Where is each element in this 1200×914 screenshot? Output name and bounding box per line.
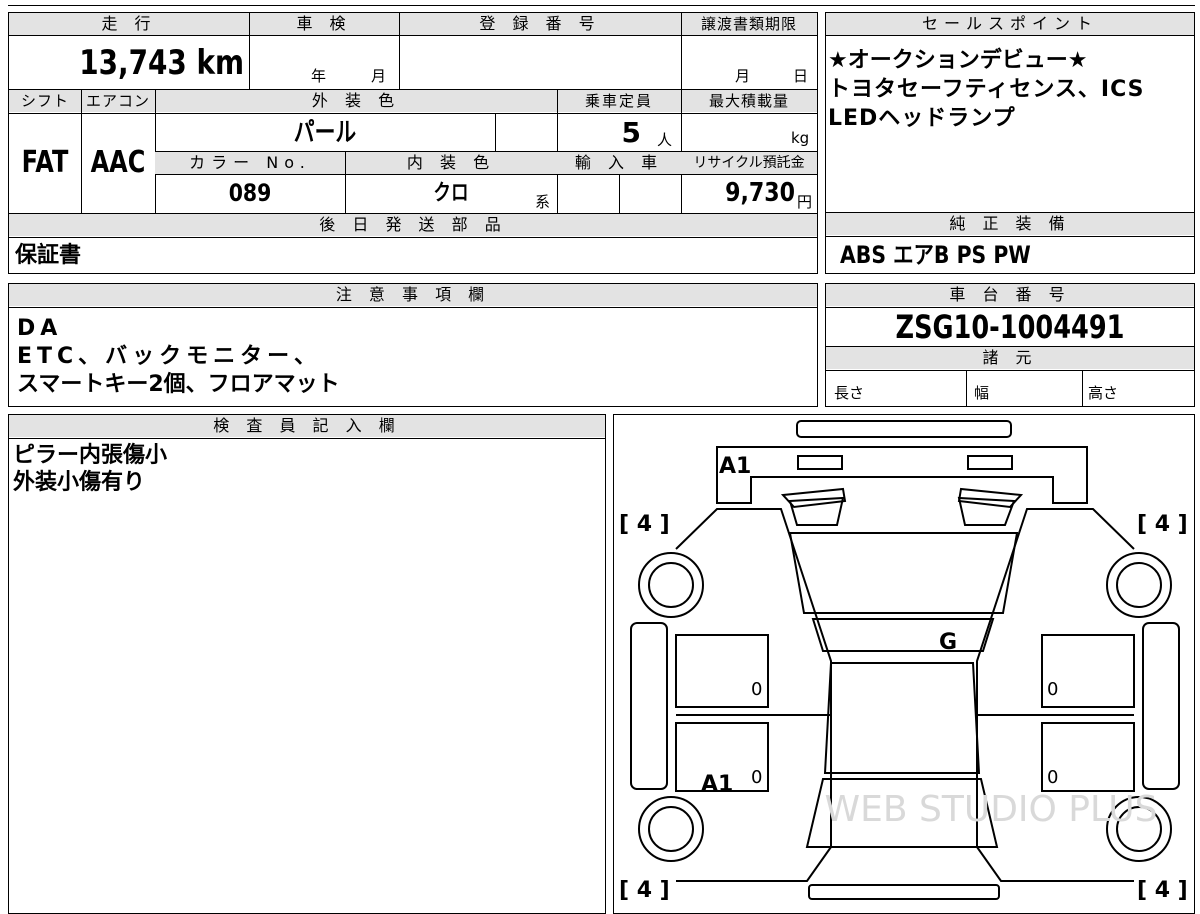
front-bumper-outline [796, 420, 1012, 438]
headlight-right [967, 455, 1013, 470]
windshield-outline [788, 532, 1019, 614]
roof-outline [811, 618, 995, 652]
spec-width-label: 幅 [974, 384, 990, 402]
recycle-fee-value: 9,730 [725, 178, 795, 208]
spec-height-label: 高さ [1088, 384, 1119, 402]
sales-point-header: セールスポイント [826, 13, 1194, 35]
transfer-month-unit: 月 [735, 67, 751, 85]
inspection-header: 車 検 [249, 13, 399, 35]
sill-left [630, 622, 668, 790]
door-mark-front-left: 0 [751, 679, 762, 700]
door-mark-front-right: 0 [1047, 679, 1058, 700]
inspector-header: 検 査 員 記 入 欄 [9, 415, 605, 437]
color-no-header: カラー No. [155, 152, 345, 174]
sales-point-box: セールスポイント ★オークションデビュー★ トヨタセーフティセンス、ICS LE… [825, 12, 1195, 213]
damage-diagram-box: WEB STUDIO PLUS A1 A1 G [ 4 ] [ 4 ] [ 4 … [613, 414, 1195, 914]
car-diagram: WEB STUDIO PLUS A1 A1 G [ 4 ] [ 4 ] [ 4 … [619, 420, 1188, 903]
door-mark-rear-right: 0 [1047, 767, 1058, 788]
registration-header: 登 録 番 号 [399, 13, 681, 35]
rear-bumper-outline [808, 884, 1000, 900]
max-load-unit: kg [791, 129, 810, 147]
exterior-color-header: 外 装 色 [155, 90, 557, 112]
vehicle-info-table: 走 行 車 検 登 録 番 号 譲渡書類期限 13,743 km 年 月 月 日… [8, 12, 818, 274]
notes-line: スマートキー2個、フロアマット [17, 372, 340, 397]
tire-rating-rear-left: [ 4 ] [619, 878, 670, 903]
aircon-header: エアコン [81, 90, 155, 112]
interior-color-value: クロ [433, 181, 469, 206]
damage-mark-rear-a1: A1 [701, 772, 733, 797]
recycle-fee-unit: 円 [797, 193, 813, 211]
notes-line: ETC、バックモニター、 [17, 344, 321, 369]
sill-right [1142, 622, 1180, 790]
capacity-value: 5 [621, 116, 641, 149]
tire-rating-front-left: [ 4 ] [619, 512, 670, 537]
damage-mark-glass-g: G [939, 630, 957, 655]
chassis-number-header: 車 台 番 号 [826, 284, 1194, 306]
mileage-header: 走 行 [9, 13, 249, 35]
watermark: WEB STUDIO PLUS [825, 789, 1158, 830]
door-mark-rear-left: 0 [751, 767, 762, 788]
notes-line: DA [17, 316, 63, 341]
transfer-deadline-header: 譲渡書類期限 [681, 13, 817, 35]
sales-point-line: LEDヘッドランプ [828, 106, 1016, 131]
shift-value: FAT [21, 145, 69, 180]
shift-header: シフト [9, 90, 81, 112]
notes-header: 注 意 事 項 欄 [9, 284, 817, 306]
chassis-number-value: ZSG10-1004491 [895, 308, 1125, 346]
recycle-fee-header: リサイクル預託金 [681, 152, 817, 174]
registration-number [399, 39, 681, 87]
specs-header: 諸 元 [826, 347, 1194, 369]
tire-rating-front-right: [ 4 ] [1137, 512, 1188, 537]
interior-color-header: 内 装 色 [345, 152, 557, 174]
capacity-unit: 人 [657, 131, 673, 149]
inspector-line: 外装小傷有り [13, 470, 146, 495]
standard-equipment-header: 純 正 装 備 [826, 213, 1194, 235]
mileage-value: 13,743 km [79, 43, 245, 83]
max-load-header: 最大積載量 [681, 90, 817, 112]
sales-point-line: ★オークションデビュー★ [828, 48, 1088, 73]
standard-equipment-box: 純 正 装 備 ABS エアB PS PW [825, 212, 1195, 274]
interior-color-suffix: 系 [535, 193, 551, 211]
spec-length-label: 長さ [834, 384, 865, 402]
inspector-box: 検 査 員 記 入 欄 ピラー内張傷小 外装小傷有り [8, 414, 606, 914]
deferred-parts-header: 後 日 発 送 部 品 [9, 214, 817, 236]
headlight-left [797, 455, 843, 470]
inspection-month-unit: 月 [371, 67, 387, 85]
inspector-line: ピラー内張傷小 [13, 443, 168, 468]
import-car-header: 輸 入 車 [557, 152, 681, 174]
capacity-header: 乗車定員 [557, 90, 681, 112]
aircon-value: AAC [90, 145, 146, 180]
hood-outline [716, 446, 1088, 504]
transfer-day-unit: 日 [793, 67, 809, 85]
color-no-value: 089 [228, 179, 272, 207]
chassis-box: 車 台 番 号 ZSG10-1004491 諸 元 長さ 幅 高さ [825, 283, 1195, 407]
deferred-parts-value: 保証書 [15, 243, 82, 268]
standard-equipment-value: ABS エアB PS PW [840, 241, 1031, 269]
roof-panel [823, 662, 981, 774]
exterior-color-value: パール [293, 118, 357, 148]
damage-mark-roof-a1: A1 [719, 454, 751, 479]
top-cutoff-strip [8, 0, 1195, 6]
tire-rating-rear-right: [ 4 ] [1137, 878, 1188, 903]
notes-box: 注 意 事 項 欄 DA ETC、バックモニター、 スマートキー2個、フロアマッ… [8, 283, 818, 407]
inspection-year-unit: 年 [311, 67, 327, 85]
sales-point-line: トヨタセーフティセンス、ICS [828, 77, 1145, 102]
